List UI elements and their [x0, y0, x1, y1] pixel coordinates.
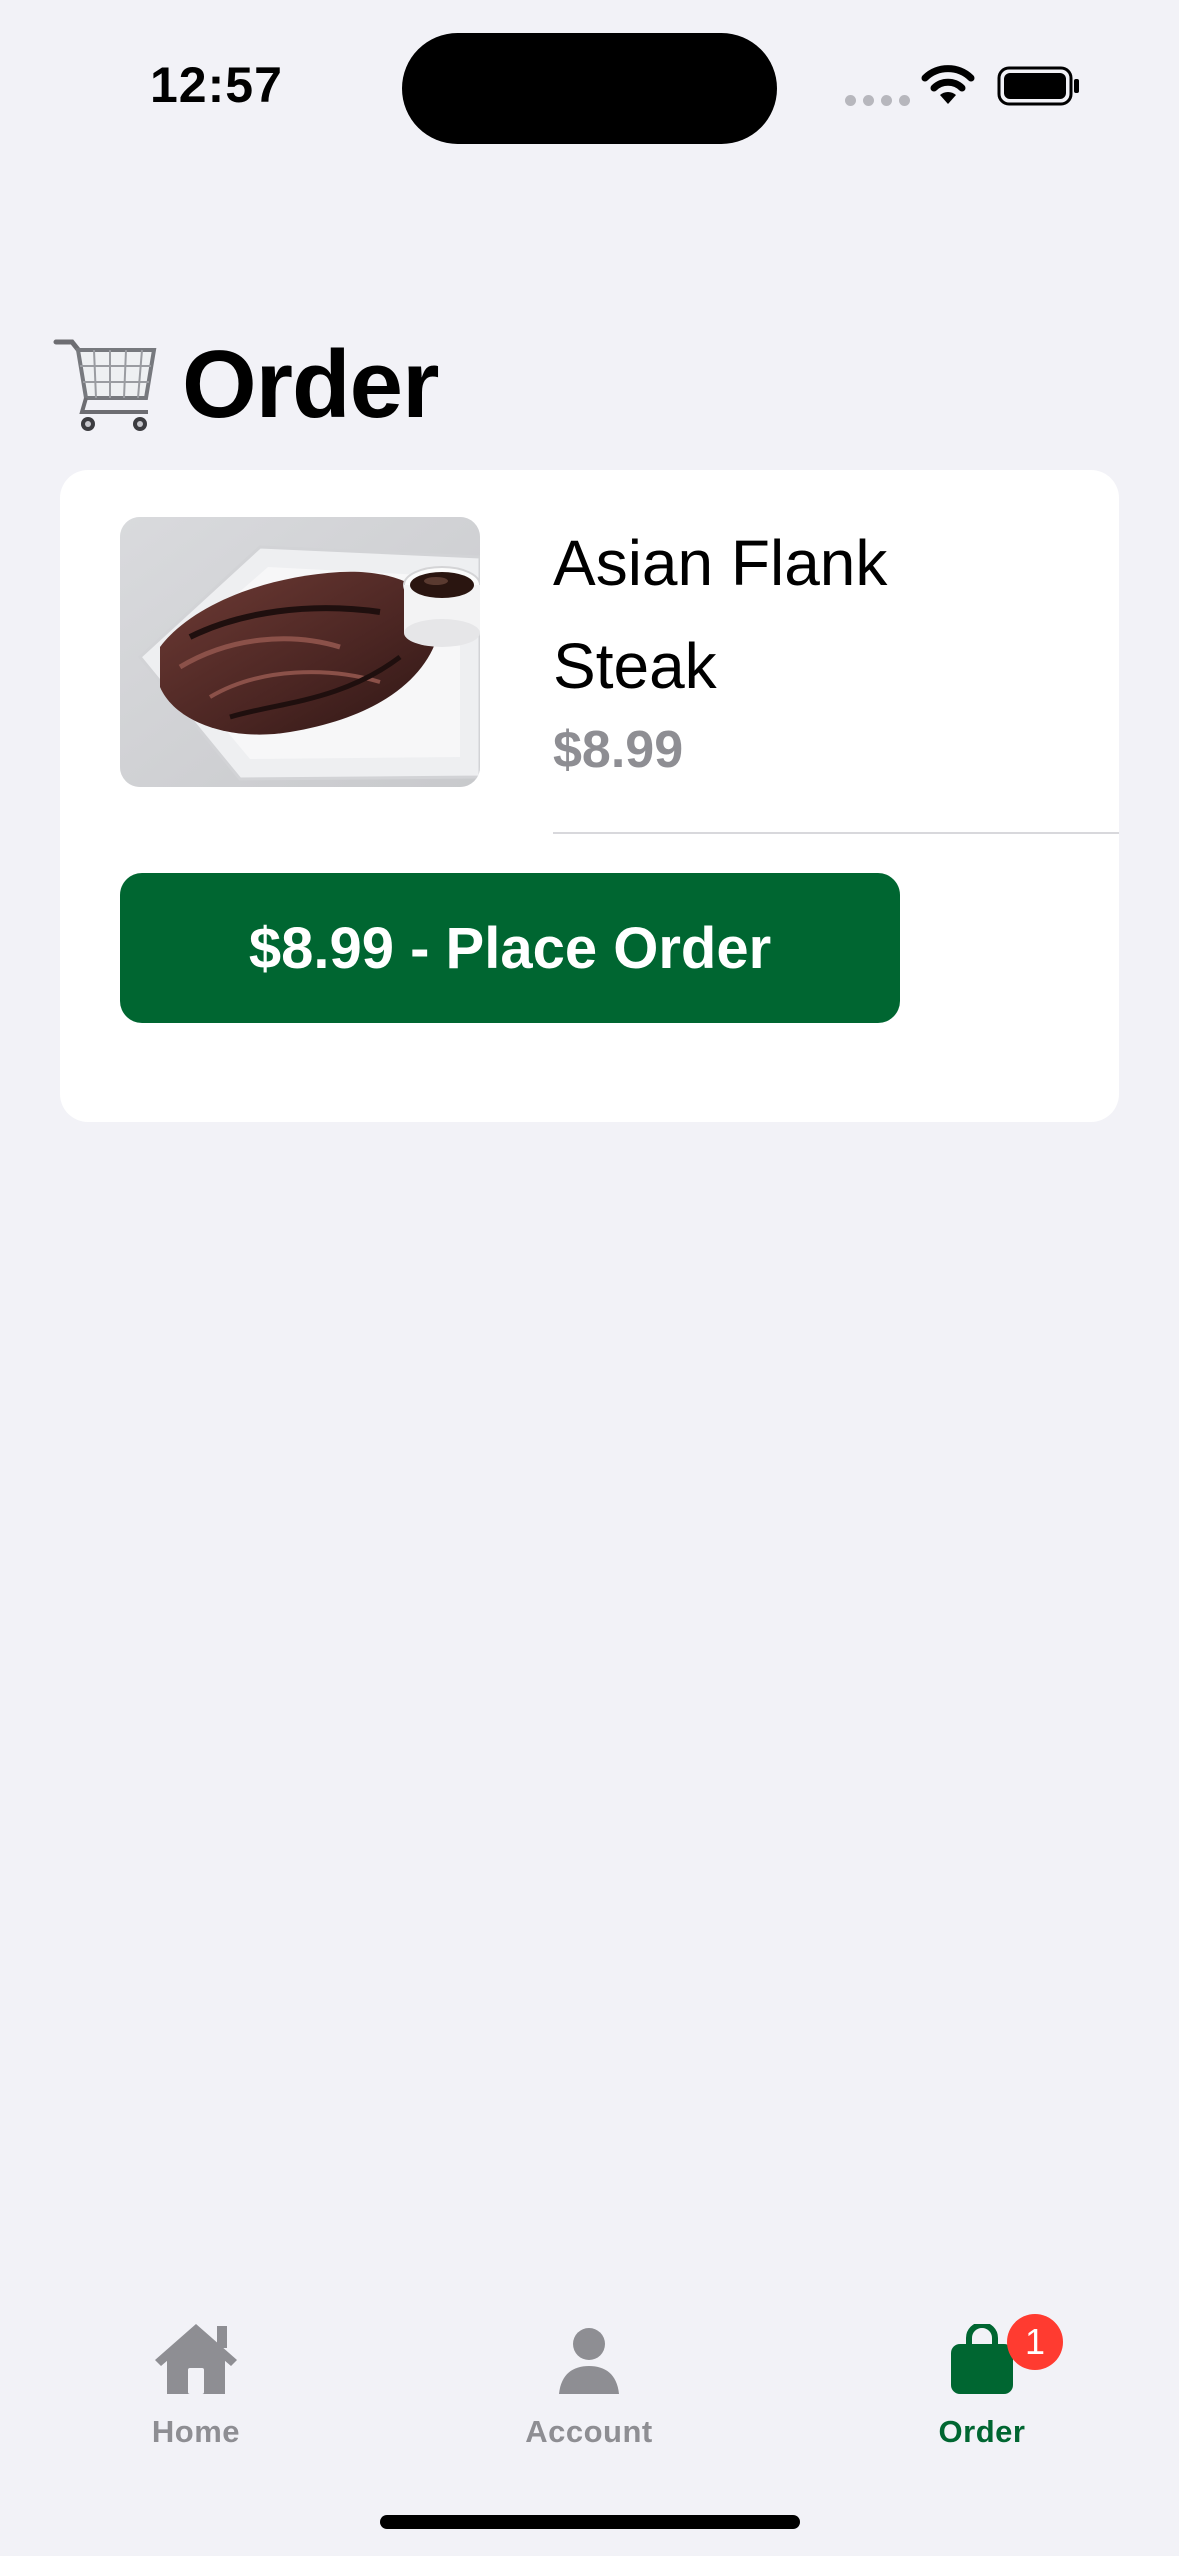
cellular-signal-icon — [845, 95, 910, 106]
order-screen: 12:57 Order Asian Flank Steak $8.99 $8.9… — [0, 0, 1179, 2556]
status-time: 12:57 — [150, 57, 283, 113]
home-icon — [155, 2324, 237, 2394]
home-indicator[interactable] — [380, 2515, 800, 2529]
item-price: $8.99 — [553, 721, 684, 779]
person-icon — [559, 2328, 619, 2394]
shopping-cart-icon — [53, 339, 157, 431]
page-header: Order — [50, 330, 439, 440]
tab-account[interactable]: Account — [469, 2318, 709, 2458]
tab-home[interactable]: Home — [76, 2318, 316, 2458]
page-title: Order — [182, 331, 439, 438]
tab-account-label: Account — [525, 2414, 653, 2449]
wifi-icon — [921, 65, 975, 104]
item-divider — [553, 832, 1119, 834]
tab-order[interactable]: 1 Order — [862, 2314, 1102, 2458]
item-name: Asian Flank Steak — [553, 527, 888, 702]
item-image — [120, 517, 480, 787]
shopping-bag-icon — [951, 2324, 1013, 2394]
tab-home-label: Home — [151, 2414, 241, 2449]
order-card: Asian Flank Steak $8.99 $8.99 - Place Or… — [60, 470, 1119, 1122]
tab-order-label: Order — [938, 2414, 1026, 2449]
dynamic-island — [402, 33, 777, 144]
battery-icon — [997, 66, 1079, 106]
place-order-button[interactable]: $8.99 - Place Order — [120, 873, 900, 1023]
order-count-badge: 1 — [1007, 2314, 1063, 2370]
